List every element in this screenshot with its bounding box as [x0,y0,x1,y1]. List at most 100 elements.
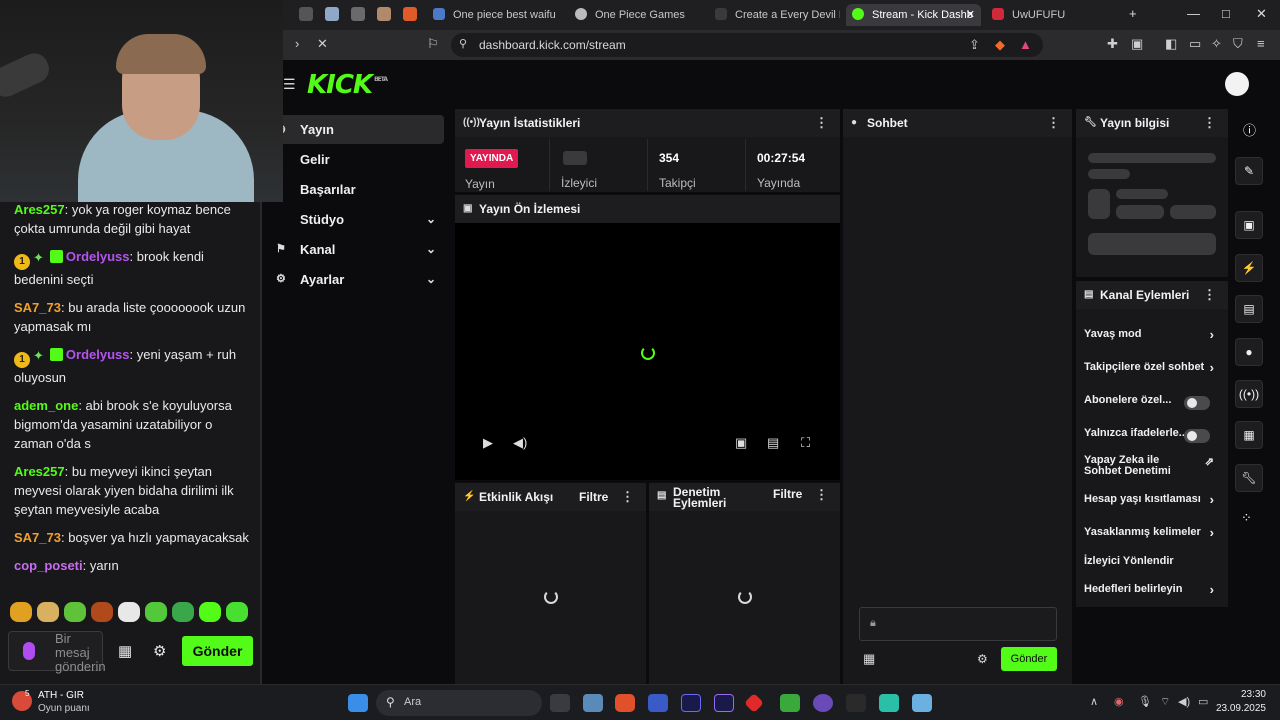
chat-message-input[interactable]: 🔒︎ [859,607,1057,641]
more-options-icon[interactable]: ⋮ [815,488,828,501]
more-options-icon[interactable]: ⋮ [1047,109,1060,137]
rewards-icon[interactable]: ▲ [1019,37,1032,52]
emote-icon[interactable] [172,602,194,622]
broadcast-icon[interactable]: ((•)) [1235,380,1263,408]
kick-logo[interactable]: KICK BETA [307,70,388,100]
more-widgets-icon[interactable]: ⁘ [1241,510,1252,526]
action-followers-only[interactable]: Takipçilere özel sohbet › [1084,360,1220,381]
pinned-tab[interactable] [325,7,339,21]
emote-icon[interactable] [199,602,221,622]
brave-browser-icon[interactable] [615,694,635,712]
task-view-icon[interactable] [550,694,570,712]
gear-icon[interactable]: ⚙ [977,652,988,666]
brave-shield-icon[interactable]: ◆ [995,37,1005,53]
layout-icon[interactable]: ▦ [1235,421,1263,449]
volume-icon[interactable]: ◀) [1178,695,1190,708]
nav-item-settings[interactable]: ⚙ Ayarlar ⌄ [276,265,444,294]
pinned-tab[interactable] [377,7,391,21]
wallet-icon[interactable]: ▣ [1131,36,1143,52]
clock-time[interactable]: 23:30 [1222,689,1266,700]
action-emotes-only[interactable]: Yalnızca ifadelerle... [1084,427,1220,447]
nav-item-channel[interactable]: ⚑ Kanal ⌄ [276,235,444,264]
pinned-tab[interactable] [403,7,417,21]
new-tab-icon[interactable]: + [1129,6,1137,21]
wifi-icon[interactable]: ⌔ [1160,695,1170,709]
github-icon[interactable] [813,694,833,712]
tray-chevron-icon[interactable]: ∧ [1090,695,1098,708]
nav-item-stream[interactable]: ◉Yayın [276,115,444,144]
sidebar-icon[interactable]: ◧ [1165,36,1177,52]
hamburger-menu-icon[interactable]: ☰ [283,76,296,93]
nav-item-achievements[interactable]: Başarılar [283,175,444,204]
lightning-icon[interactable]: ⚡ [1235,254,1263,282]
battery-icon[interactable]: ▭ [1198,695,1208,708]
browser-tab[interactable]: UwUFUFU [992,4,1112,26]
emotes-only-toggle[interactable] [1184,429,1210,443]
browser-tab[interactable]: Create a Every Devil Fruit [715,4,840,26]
notepad-icon[interactable] [912,694,932,712]
store-icon[interactable]: ▦ [118,642,132,660]
tray-app-icon[interactable]: ◉ [1114,695,1124,708]
action-account-age[interactable]: Hesap yaşı kısıtlaması › [1084,492,1220,513]
action-host-viewers[interactable]: İzleyici Yönlendir [1084,555,1220,575]
chat-send-button[interactable]: Gönder [1001,647,1057,671]
widget-title[interactable]: ATH - GIR [38,690,84,701]
bookmark-icon[interactable]: ⚐ [427,36,439,52]
after-effects-icon[interactable] [681,694,701,712]
close-window-icon[interactable]: ✕ [1256,6,1267,22]
emote-icon[interactable] [226,602,248,622]
emote-icon[interactable] [10,602,32,622]
info-icon[interactable]: ⓘ [1243,120,1256,139]
overlay-send-button[interactable]: Gönder [182,636,253,666]
action-slow-mode[interactable]: Yavaş mod › [1084,327,1220,348]
maximize-icon[interactable]: □ [1222,6,1230,21]
close-tab-icon[interactable]: ✕ [966,4,975,26]
leo-ai-icon[interactable]: ✧ [1211,36,1222,52]
minimize-icon[interactable]: — [1187,6,1200,21]
more-options-icon[interactable]: ⋮ [621,483,634,511]
extensions-icon[interactable]: ✚ [1107,36,1118,52]
action-subscribers-only[interactable]: Abonelere özel... [1084,394,1220,414]
forward-icon[interactable]: › [295,36,299,51]
emote-icon[interactable] [91,602,113,622]
more-options-icon[interactable]: ⋮ [1203,109,1216,137]
edge-icon[interactable] [648,694,668,712]
document-icon[interactable]: ▤ [1235,295,1263,323]
android-app-icon[interactable] [780,694,800,712]
browser-tab[interactable]: One piece best waifu - Q [433,4,558,26]
browser-tab-active[interactable]: Stream - Kick Dashb ✕ [846,4,981,26]
action-ai-moderation[interactable]: Yapay Zeka ile Sohbet Denetimi ⇗ [1084,455,1220,477]
windows-start-icon[interactable] [348,694,368,712]
premiere-icon[interactable] [714,694,734,712]
emote-icon[interactable] [64,602,86,622]
play-icon[interactable]: ▶ [483,435,493,451]
taskbar-search[interactable]: ⚲ Ara [376,690,542,716]
vpn-icon[interactable]: ⛉ [1233,36,1243,52]
app-diamond-icon[interactable] [744,693,764,713]
edit-pencil-icon[interactable]: ✎ [1235,157,1263,185]
mini-player-icon[interactable]: ▣ [735,435,747,451]
share-icon[interactable]: ⇪ [969,37,980,53]
browser-tab[interactable]: One Piece Games [575,4,700,26]
menu-icon[interactable]: ≡ [1257,36,1265,51]
microphone-icon[interactable]: 🎙︎ [1138,695,1152,708]
pinned-tab[interactable] [351,7,365,21]
emote-icon[interactable] [145,602,167,622]
photos-app-icon[interactable] [583,694,603,712]
fullscreen-icon[interactable]: ⛶ [801,435,810,451]
nav-item-revenue[interactable]: Gelir [283,145,444,174]
clock-date[interactable]: 23.09.2025 [1210,703,1266,714]
more-options-icon[interactable]: ⋮ [1203,281,1216,309]
overlay-chat-input[interactable]: Bir mesaj gönderin [8,631,106,674]
kick-app-icon[interactable] [879,694,899,712]
site-info-icon[interactable]: ⚲ [459,37,467,50]
subscribers-only-toggle[interactable] [1184,396,1210,410]
activity-filter-button[interactable]: Filtre [579,483,608,511]
microphone-icon[interactable] [23,642,35,660]
address-bar[interactable]: ⚲ dashboard.kick.com/stream ⇪ ◆ ▲ [451,33,1043,57]
stop-loading-icon[interactable]: ✕ [317,36,328,52]
mod-filter-button[interactable]: Filtre [773,488,802,500]
pinned-tab[interactable] [299,7,313,21]
wallet2-icon[interactable]: ▭ [1189,36,1201,52]
more-options-icon[interactable]: ⋮ [815,109,828,137]
